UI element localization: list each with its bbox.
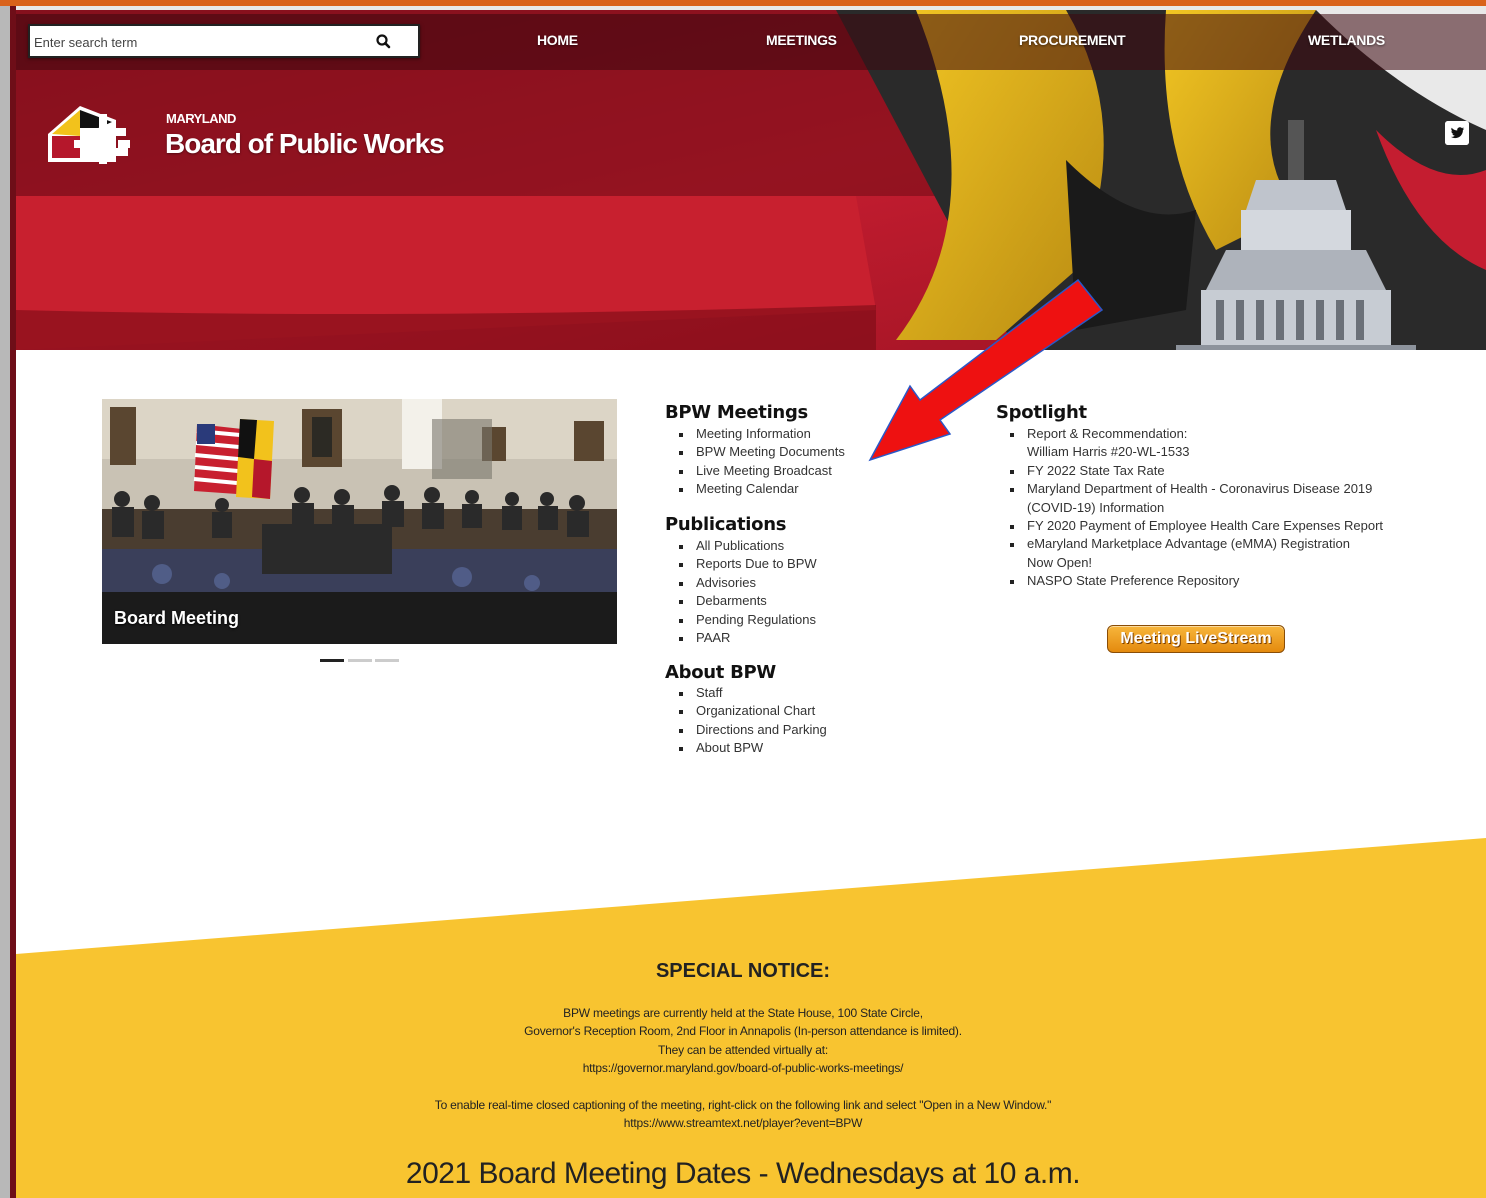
- notice-line-5: To enable real-time closed captioning of…: [434, 1098, 1052, 1112]
- nav-wetlands[interactable]: WETLANDS: [1308, 32, 1385, 48]
- board-meeting-photo: [102, 399, 617, 592]
- link-paar[interactable]: PAAR: [666, 629, 817, 647]
- carousel-dot-1[interactable]: [320, 659, 344, 662]
- carousel-dot-3[interactable]: [375, 659, 399, 662]
- window-top-border: [0, 0, 1486, 6]
- publications-heading: Publications: [665, 514, 787, 535]
- board-meeting-dates-heading: 2021 Board Meeting Dates - Wednesdays at…: [405, 1157, 1081, 1190]
- nav-meetings[interactable]: MEETINGS: [766, 32, 837, 48]
- bpw-meetings-list: Meeting Information BPW Meeting Document…: [666, 425, 845, 499]
- link-debarments[interactable]: Debarments: [666, 592, 817, 610]
- spotlight-item-text: Now Open!: [1027, 554, 1093, 570]
- annotation-arrow: [868, 278, 1104, 462]
- link-all-publications[interactable]: All Publications: [666, 537, 817, 555]
- notice-captioning-link[interactable]: https://www.streamtext.net/player?event=…: [0, 1116, 1486, 1130]
- carousel-caption: Board Meeting: [114, 608, 240, 628]
- nav-procurement[interactable]: PROCUREMENT: [1019, 32, 1126, 48]
- link-naspo-repository[interactable]: NASPO State Preference Repository: [997, 572, 1383, 590]
- search-box: [28, 24, 420, 58]
- brand-state-label: MARYLAND: [166, 111, 236, 126]
- link-fy2020-health-report[interactable]: FY 2020 Payment of Employee Health Care …: [997, 517, 1383, 535]
- link-advisories[interactable]: Advisories: [666, 574, 817, 592]
- link-meeting-information[interactable]: Meeting Information: [666, 425, 845, 443]
- maryland-flag-logo[interactable]: [44, 100, 140, 170]
- about-list: Staff Organizational Chart Directions an…: [666, 684, 827, 758]
- link-directions-parking[interactable]: Directions and Parking: [666, 721, 827, 739]
- carousel-dot-2[interactable]: [348, 659, 372, 662]
- link-bpw-meeting-documents[interactable]: BPW Meeting Documents: [666, 443, 845, 461]
- spotlight-item-text: eMaryland Marketplace Advantage (eMMA) R…: [1027, 536, 1350, 552]
- link-mdh-covid[interactable]: Maryland Department of Health - Coronavi…: [997, 480, 1383, 517]
- photo-carousel[interactable]: Board Meeting: [102, 399, 617, 644]
- notice-line-3: They can be attended virtually at:: [658, 1043, 828, 1057]
- bpw-meetings-heading: BPW Meetings: [665, 402, 808, 423]
- about-heading: About BPW: [665, 662, 776, 683]
- carousel-caption-bar: Board Meeting: [102, 592, 617, 644]
- link-emma-registration[interactable]: eMaryland Marketplace Advantage (eMMA) R…: [997, 535, 1383, 572]
- link-live-meeting-broadcast[interactable]: Live Meeting Broadcast: [666, 462, 845, 480]
- link-meeting-calendar[interactable]: Meeting Calendar: [666, 480, 845, 498]
- link-staff[interactable]: Staff: [666, 684, 827, 702]
- spotlight-item-text: NASPO State Preference Repository: [1027, 573, 1240, 589]
- search-icon[interactable]: [374, 32, 394, 52]
- brand-title[interactable]: Board of Public Works: [165, 128, 445, 160]
- nav-home[interactable]: HOME: [537, 32, 578, 48]
- spotlight-item-text: (COVID-19) Information: [1027, 499, 1165, 515]
- link-organizational-chart[interactable]: Organizational Chart: [666, 702, 827, 720]
- meeting-livestream-button[interactable]: Meeting LiveStream: [1107, 625, 1285, 653]
- notice-line-2: Governor's Reception Room, 2nd Floor in …: [524, 1024, 962, 1038]
- spotlight-item-text: Maryland Department of Health - Coronavi…: [1027, 481, 1373, 497]
- link-reports-due[interactable]: Reports Due to BPW: [666, 555, 817, 573]
- search-input[interactable]: [34, 32, 364, 52]
- publications-list: All Publications Reports Due to BPW Advi…: [666, 537, 817, 647]
- link-pending-regulations[interactable]: Pending Regulations: [666, 611, 817, 629]
- notice-virtual-link[interactable]: https://governor.maryland.gov/board-of-p…: [0, 1061, 1486, 1075]
- twitter-icon[interactable]: [1445, 121, 1469, 145]
- spotlight-item-text: FY 2020 Payment of Employee Health Care …: [1027, 518, 1384, 534]
- special-notice-title: SPECIAL NOTICE:: [655, 960, 831, 982]
- notice-line-1: BPW meetings are currently held at the S…: [563, 1006, 923, 1020]
- link-about-bpw[interactable]: About BPW: [666, 739, 827, 757]
